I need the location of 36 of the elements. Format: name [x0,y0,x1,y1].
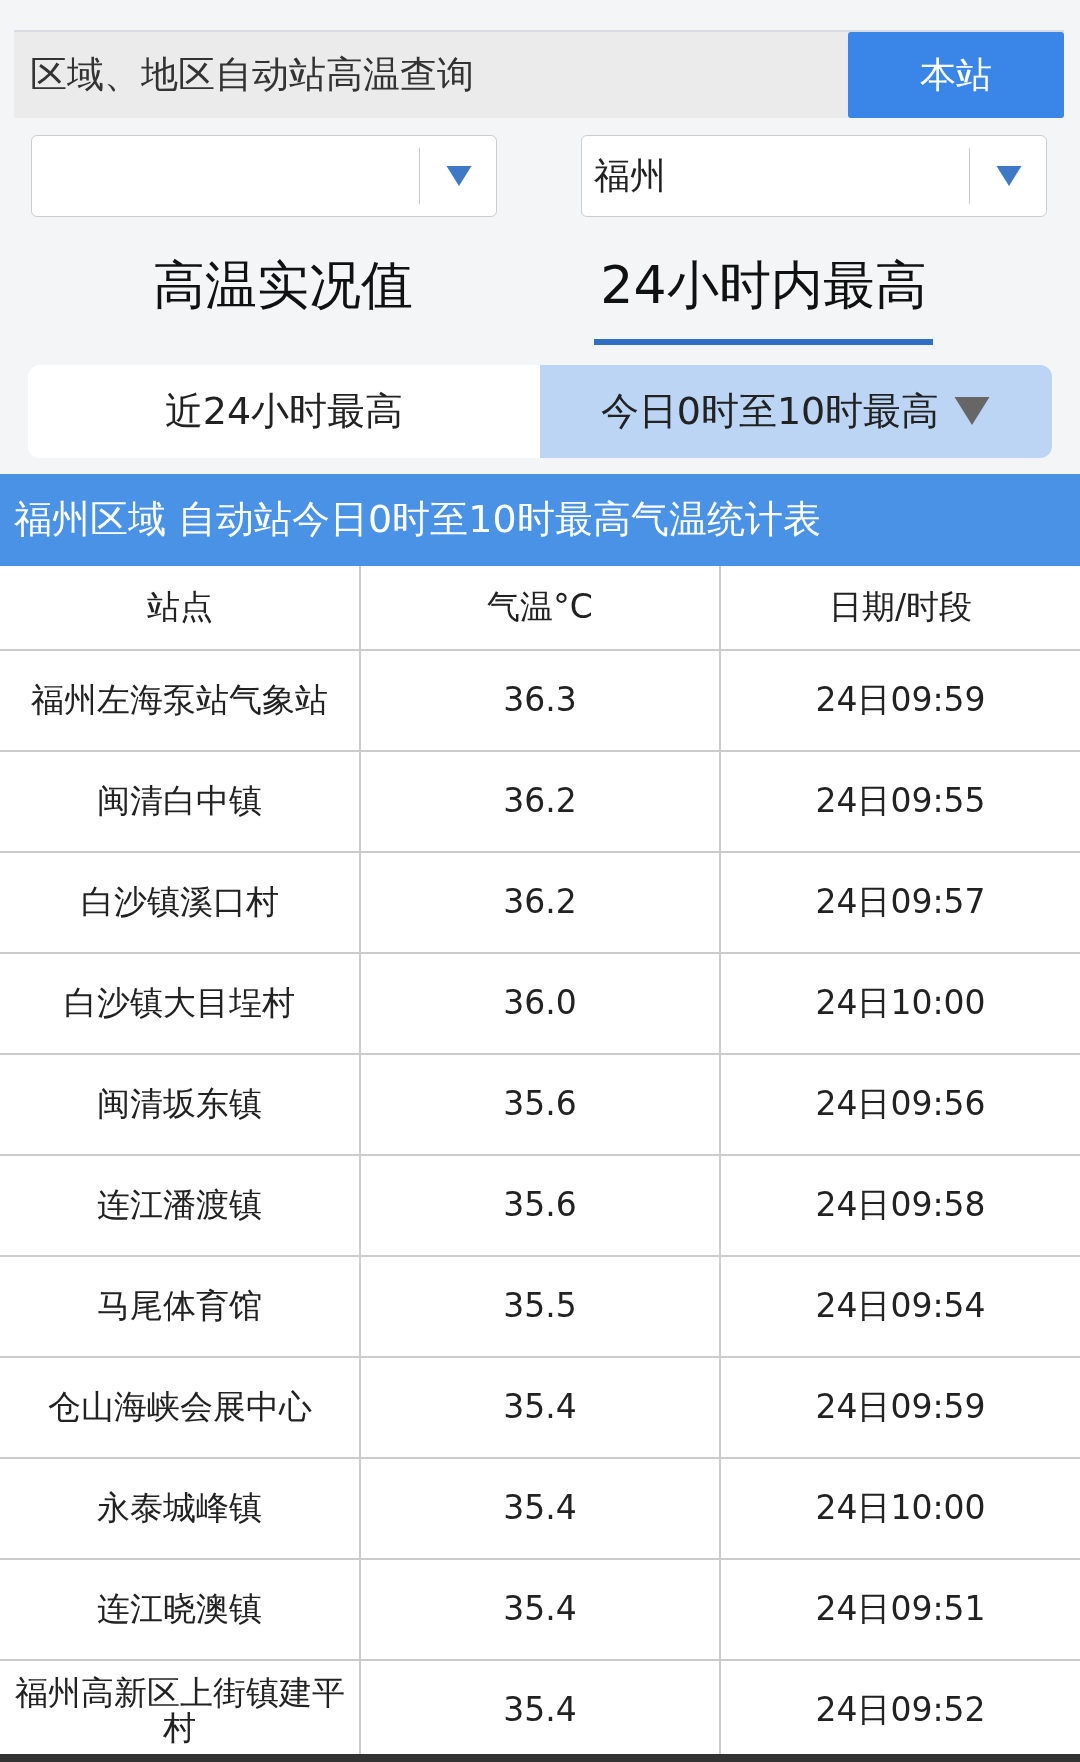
subtab[interactable]: 近24小时最高 [28,365,540,458]
column-header: 日期/时段 [720,566,1080,650]
table-cell: 白沙镇溪口村 [0,852,360,953]
column-header: 气温°C [360,566,720,650]
table-cell: 35.4 [360,1458,720,1559]
table-cell: 35.4 [360,1559,720,1660]
dropdown-value: 福州 [593,153,667,198]
table-cell: 35.5 [360,1256,720,1357]
dropdown-field[interactable]: 福州 [581,135,1047,217]
table-cell: 闽清白中镇 [0,751,360,852]
table-cell: 永泰城峰镇 [0,1458,360,1559]
tab[interactable]: 高温实况值 [147,251,420,345]
table-cell: 连江晓澳镇 [0,1559,360,1660]
local-station-button[interactable]: 本站 [848,32,1064,118]
dropdown-field[interactable] [31,135,497,217]
table-cell: 36.2 [360,852,720,953]
table-cell: 35.6 [360,1054,720,1155]
caret-icon [446,166,472,186]
subtab[interactable]: 今日0时至10时最高 [540,365,1052,458]
table-cell: 35.4 [360,1357,720,1458]
table-title: 福州区域 自动站今日0时至10时最高气温统计表 [0,473,1080,566]
table-cell: 马尾体育馆 [0,1256,360,1357]
table-cell: 连江潘渡镇 [0,1155,360,1256]
table-cell: 仓山海峡会展中心 [0,1357,360,1458]
tab[interactable]: 24小时内最高 [594,251,933,345]
table-cell: 白沙镇大目埕村 [0,953,360,1054]
table-cell: 36.2 [360,751,720,852]
search-title: 区域、地区自动站高温查询 [29,52,474,98]
table-cell: 福州左海泵站气象站 [0,650,360,751]
caret-icon [953,397,992,426]
table-cell: 35.6 [360,1155,720,1256]
table-cell: 36.3 [360,650,720,751]
table-cell: 闽清坂东镇 [0,1054,360,1155]
column-header: 站点 [0,566,360,650]
table-cell: 36.0 [360,953,720,1054]
caret-icon [996,166,1022,186]
